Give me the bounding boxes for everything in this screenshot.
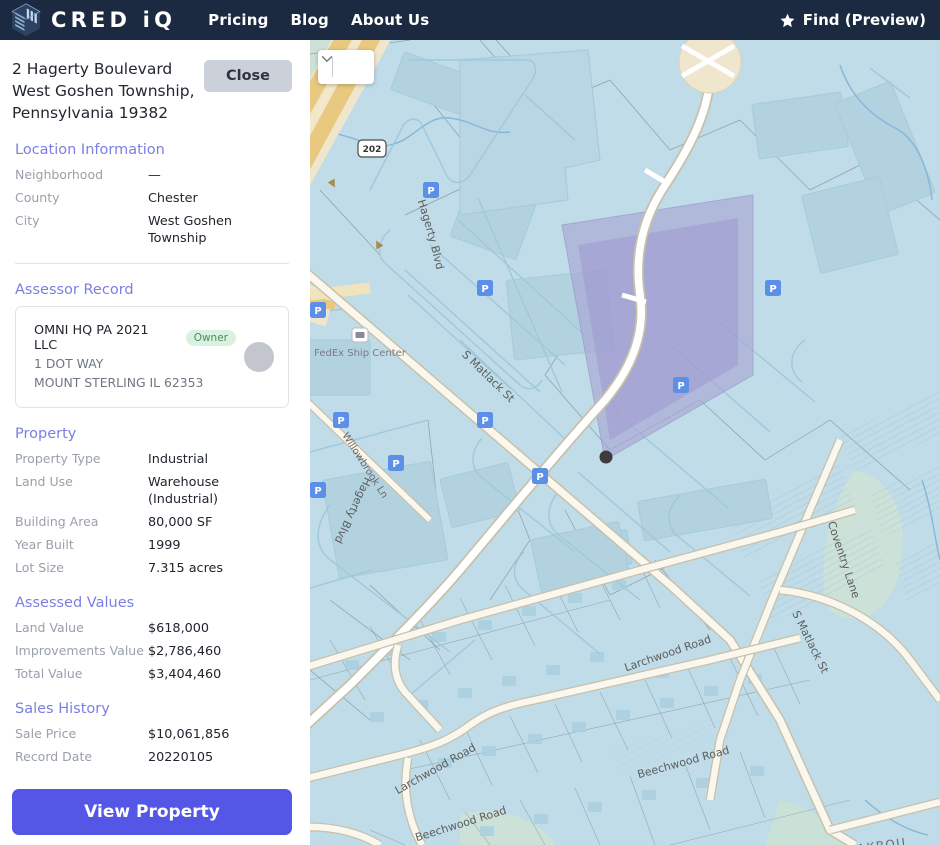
row-value: Warehouse (Industrial) (148, 475, 220, 507)
property-row-land-use: Land Use Warehouse (Industrial) (15, 473, 292, 508)
brand[interactable]: CRED iQ (10, 3, 176, 37)
row-label: Land Value (15, 620, 84, 635)
row-label: Property Type (15, 451, 101, 466)
property-row-building-area: Building Area 80,000 SF (15, 513, 292, 531)
row-value: Chester (148, 191, 198, 206)
row-value: $618,000 (148, 621, 210, 636)
site-header: CRED iQ Pricing Blog About Us Find (Prev… (0, 0, 940, 40)
address-row: 2 Hagerty Boulevard West Goshen Township… (12, 58, 292, 124)
star-icon (780, 13, 795, 27)
map-vector: 202 Hagerty Blvd Hagerty Blvd S Matlack … (310, 40, 940, 845)
row-label: Year Built (15, 537, 74, 552)
location-row-county: County Chester (15, 189, 292, 207)
row-value: $10,061,856 (148, 727, 230, 742)
row-label: Land Use (15, 474, 73, 489)
assessor-text: OMNI HQ PA 2021 LLC Owner 1 DOT WAY MOUN… (34, 323, 236, 391)
row-label: County (15, 190, 60, 205)
row-value: 80,000 SF (148, 515, 213, 530)
owner-street: 1 DOT WAY (34, 356, 104, 371)
row-label: Total Value (15, 666, 83, 681)
svg-text:P: P (481, 416, 488, 427)
row-value: 20220105 (148, 750, 214, 765)
chevron-down-icon (321, 56, 333, 62)
row-value: $3,404,460 (148, 667, 222, 682)
section-title-sales-history: Sales History (15, 701, 110, 717)
section-title-property: Property (15, 426, 77, 442)
owner-citystatezip: MOUNT STERLING IL 62353 (34, 375, 204, 390)
nav-link-blog[interactable]: Blog (291, 11, 329, 29)
assessor-record-card[interactable]: OMNI HQ PA 2021 LLC Owner 1 DOT WAY MOUN… (15, 306, 289, 408)
property-row-year-built: Year Built 1999 (15, 536, 292, 554)
row-value: West Goshen Township (148, 214, 233, 246)
highway-shield-202: 202 (357, 139, 387, 158)
row-value: 7.315 acres (148, 561, 224, 576)
property-marker (599, 450, 613, 464)
row-label: City (15, 213, 40, 228)
app-root: 202 Hagerty Blvd Hagerty Blvd S Matlack … (0, 0, 940, 845)
section-divider (15, 263, 289, 264)
section-title-location: Location Information (15, 142, 165, 158)
avatar (244, 342, 274, 372)
location-info-list: Neighborhood — County Chester City West … (12, 166, 292, 247)
owner-line: OMNI HQ PA 2021 LLC Owner (34, 323, 236, 353)
row-label: Building Area (15, 514, 99, 529)
view-property-button[interactable]: View Property (12, 789, 292, 835)
row-label: Neighborhood (15, 167, 104, 182)
main-nav: Pricing Blog About Us (208, 11, 429, 29)
row-label: Lot Size (15, 560, 64, 575)
row-value: $2,786,460 (148, 644, 222, 659)
location-row-neighborhood: Neighborhood — (15, 166, 292, 184)
section-title-assessor: Assessor Record (15, 282, 134, 298)
row-label: Record Date (15, 749, 93, 764)
svg-text:P: P (314, 486, 321, 497)
property-list: Property Type Industrial Land Use Wareho… (12, 450, 292, 577)
assessed-row-land-value: Land Value $618,000 (15, 619, 292, 637)
assessed-row-improvements-value: Improvements Value $2,786,460 (15, 642, 292, 660)
svg-text:P: P (314, 306, 321, 317)
nav-link-pricing[interactable]: Pricing (208, 11, 268, 29)
nav-link-about-us[interactable]: About Us (351, 11, 429, 29)
map-layer-select[interactable] (318, 50, 374, 84)
owner-name: OMNI HQ PA 2021 LLC (34, 323, 149, 353)
row-value: 1999 (148, 538, 181, 553)
property-address: 2 Hagerty Boulevard West Goshen Township… (12, 60, 195, 122)
svg-text:P: P (392, 459, 399, 470)
section-title-assessed-values: Assessed Values (15, 595, 135, 611)
svg-text:P: P (337, 416, 344, 427)
find-preview-button[interactable]: Find (Preview) (779, 11, 926, 29)
row-value: Industrial (148, 452, 209, 467)
row-value: — (148, 168, 161, 183)
property-row-type: Property Type Industrial (15, 450, 292, 468)
close-button[interactable]: Close (203, 60, 292, 92)
map-canvas[interactable]: 202 Hagerty Blvd Hagerty Blvd S Matlack … (310, 40, 940, 845)
row-label: Improvements Value (15, 643, 144, 658)
cube-logo-icon (11, 3, 41, 37)
sales-row-sale-price: Sale Price $10,061,856 (15, 725, 292, 743)
sales-row-record-date: Record Date 20220105 (15, 748, 292, 766)
assessed-row-total-value: Total Value $3,404,460 (15, 665, 292, 683)
location-row-city: City West Goshen Township (15, 212, 292, 247)
property-row-lot-size: Lot Size 7.315 acres (15, 559, 292, 577)
svg-text:202: 202 (363, 145, 382, 155)
brand-wordmark: CRED iQ (51, 8, 177, 32)
owner-badge: Owner (185, 330, 236, 346)
svg-text:P: P (769, 284, 776, 295)
find-preview-label: Find (Preview) (802, 11, 926, 29)
row-label: Sale Price (15, 726, 77, 741)
assessed-values-list: Land Value $618,000 Improvements Value $… (12, 619, 292, 683)
svg-text:P: P (536, 472, 543, 483)
property-details-panel: 2 Hagerty Boulevard West Goshen Township… (0, 40, 310, 845)
sales-history-list: Sale Price $10,061,856 Record Date 20220… (12, 725, 292, 766)
svg-text:P: P (427, 186, 434, 197)
svg-text:P: P (481, 284, 488, 295)
svg-text:P: P (677, 381, 684, 392)
svg-text:FedEx Ship Center: FedEx Ship Center (314, 348, 407, 359)
